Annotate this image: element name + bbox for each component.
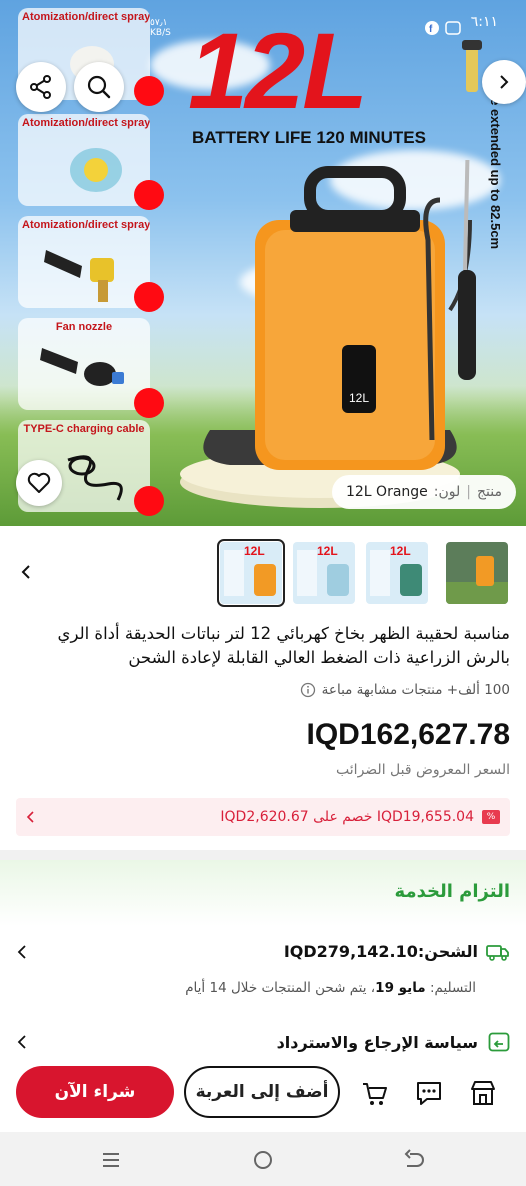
home-icon[interactable] [252, 1149, 274, 1171]
hotspot-dot[interactable] [134, 76, 164, 106]
service-commitment-title: التزام الخدمة [394, 881, 510, 902]
thumbnail-label: 12L [390, 544, 411, 558]
add-to-cart-button[interactable]: أضف إلى العربة [184, 1066, 340, 1118]
back-icon[interactable] [402, 1149, 426, 1171]
feature-card-atomization-2: Atomization/direct spray [18, 114, 150, 206]
sold-count: 100 ألف+ منتجات مشابهة مباعة [300, 682, 510, 698]
return-policy-icon [488, 1032, 510, 1052]
shipping-label: الشحن: [417, 942, 478, 961]
thumbnail-label: 12L [244, 544, 265, 558]
feature-card-atomization-3: Atomization/direct spray [18, 216, 150, 308]
hotspot-dot[interactable] [134, 180, 164, 210]
thumbnail-3[interactable]: 12L [366, 542, 428, 604]
variant-selector-pill[interactable]: منتج | لون: 12L Orange [331, 475, 516, 509]
wishlist-button[interactable] [16, 460, 62, 506]
bottom-action-bar: شراء الآن أضف إلى العربة [0, 1058, 526, 1132]
info-icon[interactable] [300, 682, 316, 698]
thumbnail-1[interactable]: 12L [217, 539, 285, 607]
thumbnail-label: 12L [317, 544, 338, 558]
notification-icons: f [425, 21, 461, 35]
hotspot-dot[interactable] [134, 282, 164, 312]
chevron-left-icon [26, 811, 34, 823]
buy-now-button[interactable]: شراء الآن [16, 1066, 174, 1118]
delivery-suffix: ، يتم شحن المنتجات خلال 14 أيام [185, 980, 376, 996]
device-label: 12L [349, 391, 369, 405]
truck-icon [486, 944, 509, 961]
image-thumbnail-strip: 12L 12L 12L [0, 526, 526, 612]
variant-color-label: لون: [433, 484, 461, 500]
promo-text: IQD19,655.04 خصم على IQD2,620.67 [220, 809, 474, 825]
sprayer-illustration: 12L [180, 160, 476, 508]
promo-banner[interactable]: IQD19,655.04 خصم على IQD2,620.67 % [16, 798, 510, 836]
discount-tag-icon: % [482, 810, 500, 824]
chat-icon[interactable] [414, 1078, 444, 1108]
hotspot-dot[interactable] [134, 486, 164, 516]
chevron-left-icon[interactable] [18, 564, 34, 580]
hotspot-dot[interactable] [134, 388, 164, 418]
search-button[interactable] [74, 62, 124, 112]
variant-value: 12L Orange [345, 484, 428, 500]
recent-apps-icon[interactable] [101, 1150, 121, 1170]
hero-next-button[interactable] [482, 60, 526, 104]
thumbnail-2[interactable]: 12L [293, 542, 355, 604]
chevron-left-icon [17, 944, 26, 959]
status-time: ٦:١١ [470, 14, 498, 30]
return-policy-label: سياسة الإرجاع والاسترداد [276, 1032, 478, 1052]
delivery-estimate: التسليم: مايو 19، يتم شحن المنتجات خلال … [185, 980, 476, 996]
feature-card-fan-nozzle: Fan nozzle [18, 318, 150, 410]
chevron-right-icon [500, 75, 509, 89]
delivery-prefix: التسليم: [429, 980, 476, 996]
share-button[interactable] [16, 62, 66, 112]
variant-separator: | [466, 484, 471, 500]
section-divider [0, 850, 526, 860]
heart-icon [27, 472, 51, 493]
product-price: IQD162,627.78 [306, 718, 510, 751]
search-icon [87, 75, 111, 99]
sold-text: 100 ألف+ منتجات مشابهة مباعة [321, 682, 510, 698]
shipping-value: IQD279,142.10 [283, 942, 418, 961]
hero-capacity-text: 12L [188, 10, 368, 131]
product-hero-image[interactable]: ٦:١١ ٥٧٫١ KB/S f 12L BATTERY LIFE 120 MI… [0, 0, 526, 526]
store-icon[interactable] [468, 1078, 498, 1108]
variant-prefix: منتج [477, 484, 502, 500]
share-icon [30, 75, 51, 99]
chevron-left-icon [17, 1035, 26, 1049]
shipping-row[interactable]: الشحن: IQD279,142.10 [16, 942, 510, 961]
thumbnail-4[interactable] [446, 542, 508, 604]
delivery-date: مايو 19 [375, 980, 426, 996]
network-speed: ٥٧٫١ KB/S [150, 18, 171, 38]
system-navigation-bar [0, 1132, 526, 1186]
hero-battery-text: BATTERY LIFE 120 MINUTES [192, 128, 426, 147]
cart-icon[interactable] [360, 1078, 390, 1108]
product-title: مناسبة لحقيبة الظهر بخاخ كهربائي 12 لتر … [57, 624, 510, 667]
return-policy-row[interactable]: سياسة الإرجاع والاسترداد [16, 1032, 510, 1052]
price-note: السعر المعروض قبل الضرائب [336, 762, 510, 778]
